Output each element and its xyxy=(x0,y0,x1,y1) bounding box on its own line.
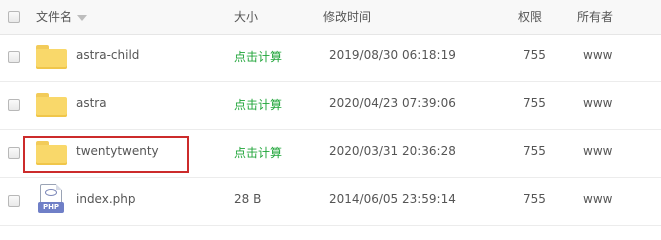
file-size: 28 B xyxy=(234,192,262,206)
header-perm[interactable]: 权限 xyxy=(518,8,542,25)
row-checkbox[interactable] xyxy=(8,51,20,63)
permission[interactable]: 755 xyxy=(523,96,546,110)
permission[interactable]: 755 xyxy=(523,48,546,62)
permission[interactable]: 755 xyxy=(523,192,546,206)
modified-time: 2020/04/23 07:39:06 xyxy=(329,96,456,110)
file-name[interactable]: astra xyxy=(76,96,107,110)
php-file-icon[interactable]: PHP xyxy=(38,184,64,216)
highlight-box xyxy=(23,136,189,173)
owner[interactable]: www xyxy=(583,48,612,62)
header-name[interactable]: 文件名 xyxy=(36,8,88,25)
modified-time: 2020/03/31 20:36:28 xyxy=(329,144,456,158)
calculate-size-link[interactable]: 点击计算 xyxy=(234,48,282,65)
modified-time: 2014/06/05 23:59:14 xyxy=(329,192,456,206)
modified-time: 2019/08/30 06:18:19 xyxy=(329,48,456,62)
owner[interactable]: www xyxy=(583,144,612,158)
header-owner[interactable]: 所有者 xyxy=(577,8,613,25)
table-row[interactable]: astra 点击计算 2020/04/23 07:39:06 755 www xyxy=(0,82,661,130)
owner[interactable]: www xyxy=(583,96,612,110)
row-checkbox[interactable] xyxy=(8,195,20,207)
header-mtime[interactable]: 修改时间 xyxy=(323,8,371,25)
calculate-size-link[interactable]: 点击计算 xyxy=(234,96,282,113)
table-row[interactable]: PHP index.php 28 B 2014/06/05 23:59:14 7… xyxy=(0,178,661,226)
table-row[interactable]: astra-child 点击计算 2019/08/30 06:18:19 755… xyxy=(0,34,661,82)
file-list-table: 文件名 大小 修改时间 权限 所有者 astra-child 点击计算 2019… xyxy=(0,0,661,229)
sort-down-icon[interactable] xyxy=(77,14,88,21)
row-checkbox[interactable] xyxy=(8,147,20,159)
file-name[interactable]: astra-child xyxy=(76,48,139,62)
permission[interactable]: 755 xyxy=(523,144,546,158)
select-all-checkbox[interactable] xyxy=(8,11,20,23)
row-checkbox[interactable] xyxy=(8,99,20,111)
file-name[interactable]: index.php xyxy=(76,192,135,206)
table-header: 文件名 大小 修改时间 权限 所有者 xyxy=(0,0,661,35)
folder-icon[interactable] xyxy=(36,45,67,69)
owner[interactable]: www xyxy=(583,192,612,206)
calculate-size-link[interactable]: 点击计算 xyxy=(234,144,282,161)
header-size[interactable]: 大小 xyxy=(234,8,258,25)
folder-icon[interactable] xyxy=(36,93,67,117)
